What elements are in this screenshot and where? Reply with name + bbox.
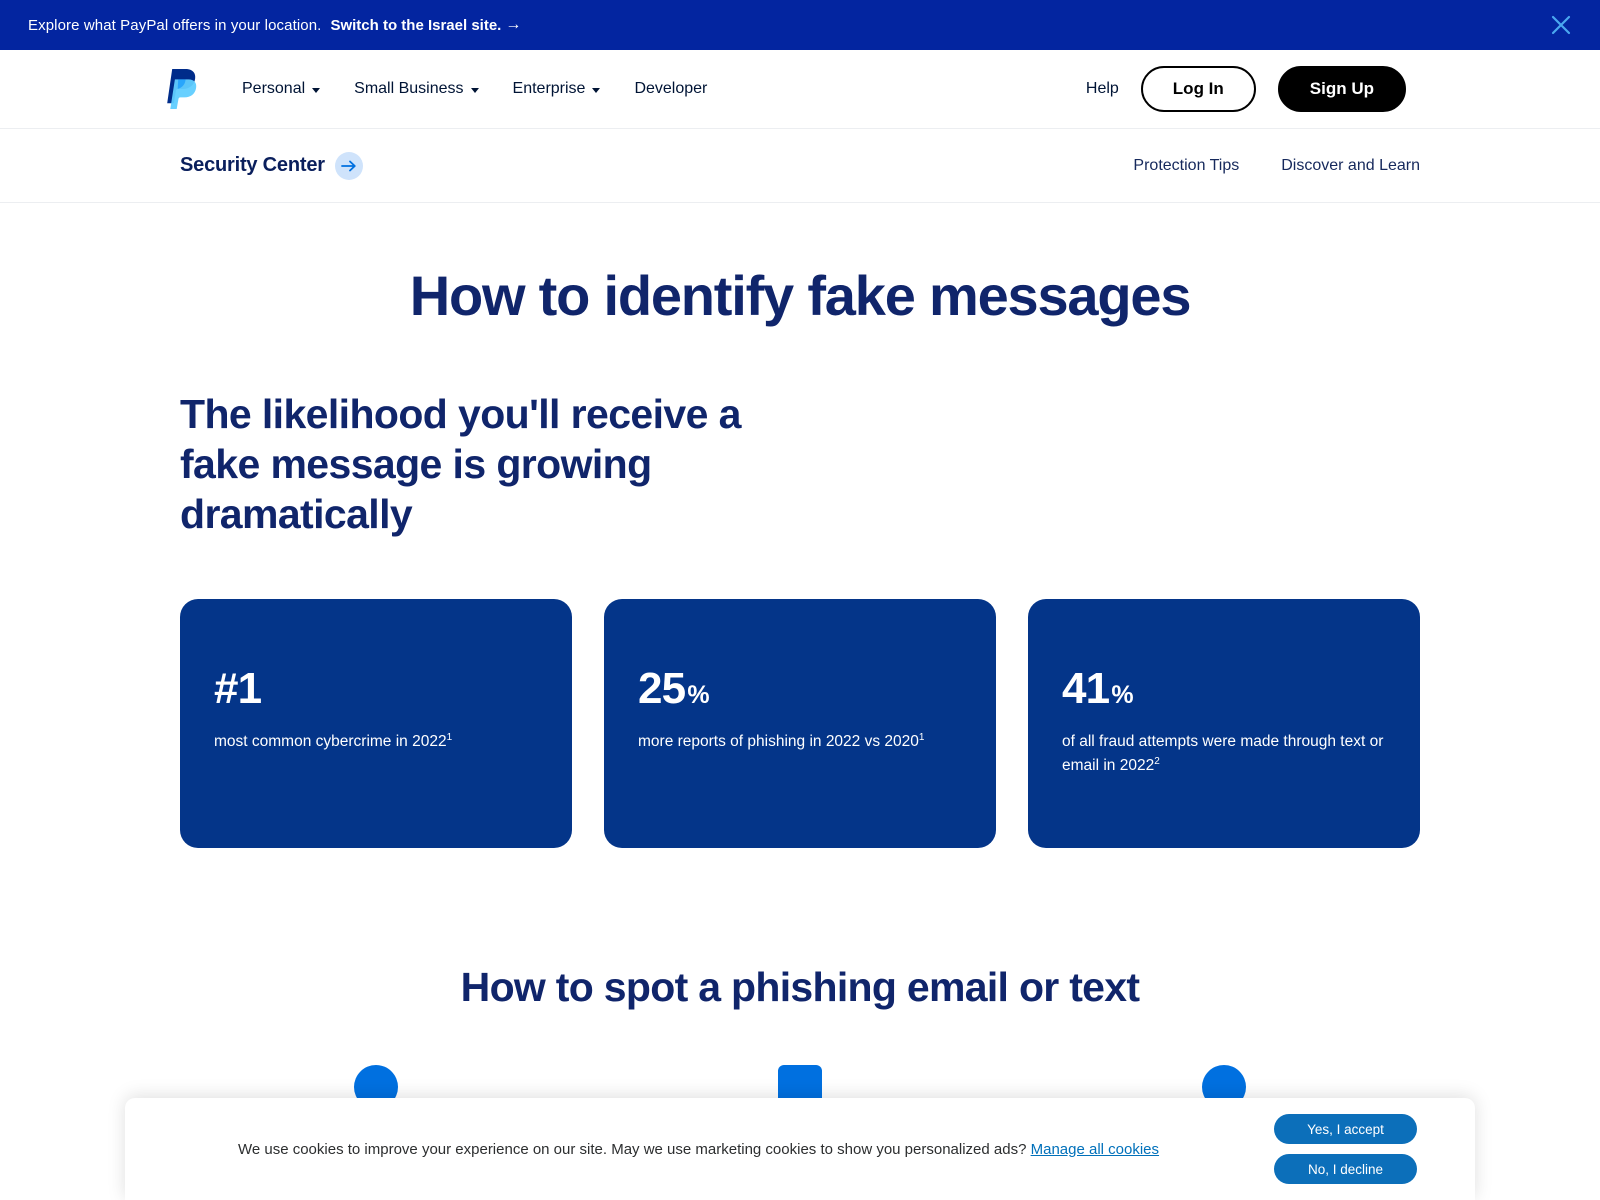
arrow-right-icon: → [505,16,522,33]
cookie-message: We use cookies to improve your experienc… [183,1139,1274,1160]
stat-value: #1 [214,663,262,713]
main-navigation: Personal Small Business Enterprise Devel… [0,50,1600,129]
subnav-links: Protection Tips Discover and Learn [1133,157,1420,175]
stat-card: 25 % more reports of phishing in 2022 vs… [604,598,996,848]
cookie-banner-region: We use cookies to improve your experienc… [0,1098,1600,1200]
chevron-down-icon [312,87,321,93]
nav-item-personal-label: Personal [242,80,306,97]
stat-card: #1 most common cybercrime in 20221 [180,598,572,848]
nav-item-personal[interactable]: Personal [242,80,321,98]
nav-item-small-business-label: Small Business [354,80,464,97]
cookie-message-text: We use cookies to improve your experienc… [237,1140,1027,1158]
section-title-how-to-spot: How to spot a phishing email or text [460,963,1140,1010]
security-center-subnav: Security Center Protection Tips Discover… [0,129,1600,203]
chevron-down-icon [592,87,601,93]
nav-item-enterprise-label: Enterprise [512,80,586,97]
accept-cookies-button[interactable]: Yes, I accept [1274,1114,1417,1144]
stat-value: 41 [1062,663,1110,713]
nav-item-small-business[interactable]: Small Business [354,80,479,98]
decline-cookies-button[interactable]: No, I decline [1274,1154,1417,1184]
stat-footnote: 2 [1154,755,1160,767]
page-title: How to identify fake messages [409,264,1192,327]
stat-description-text: most common cybercrime in 2022 [214,732,447,750]
close-icon[interactable] [1548,12,1574,38]
nav-right-actions: Help Log In Sign Up [1086,66,1406,112]
location-banner: Explore what PayPal offers in your locat… [0,0,1600,50]
stat-card-row: #1 most common cybercrime in 20221 25 % … [180,598,1420,848]
stat-unit: % [1111,680,1133,709]
log-in-button[interactable]: Log In [1140,66,1256,112]
stat-description: most common cybercrime in 20221 [214,730,538,754]
page-content: How to identify fake messages The likeli… [180,203,1420,1109]
security-center-label: Security Center [180,154,325,176]
cookie-consent-banner: We use cookies to improve your experienc… [125,1098,1475,1200]
stat-description-text: more reports of phishing in 2022 vs 2020 [638,732,919,750]
nav-item-developer-label: Developer [634,80,708,97]
location-banner-text: Explore what PayPal offers in your locat… [28,16,322,34]
nav-item-developer[interactable]: Developer [634,80,707,98]
stat-value: 25 [638,663,686,713]
hero-subtitle: The likelihood you'll receive a fake mes… [180,390,741,537]
subnav-item-protection-tips[interactable]: Protection Tips [1133,157,1239,175]
help-link[interactable]: Help [1086,80,1119,98]
arrow-right-icon [334,151,363,180]
subnav-item-discover-and-learn[interactable]: Discover and Learn [1281,157,1420,175]
stat-unit: % [687,680,709,709]
stat-description: more reports of phishing in 2022 vs 2020… [638,730,962,754]
stat-description: of all fraud attempts were made through … [1062,730,1386,778]
switch-site-label: Switch to the Israel site. [330,16,502,34]
security-center-brand-link[interactable]: Security Center [180,151,363,180]
stat-value-group: 41 % [1062,663,1386,713]
stat-card: 41 % of all fraud attempts were made thr… [1028,598,1420,848]
cookie-actions: Yes, I accept No, I decline [1274,1114,1417,1184]
stat-value-group: 25 % [638,663,962,713]
nav-item-enterprise[interactable]: Enterprise [513,80,601,98]
paypal-logo-icon[interactable] [166,67,204,111]
manage-all-cookies-link[interactable]: Manage all cookies [1031,1141,1159,1158]
stat-value-group: #1 [214,663,538,713]
nav-links: Personal Small Business Enterprise Devel… [242,80,707,98]
switch-site-link[interactable]: Switch to the Israel site. → [330,17,521,34]
stat-description-text: of all fraud attempts were made through … [1062,732,1384,774]
sign-up-button[interactable]: Sign Up [1277,66,1406,112]
stat-footnote: 1 [446,731,453,743]
stat-footnote: 1 [918,731,925,743]
chevron-down-icon [470,87,479,93]
